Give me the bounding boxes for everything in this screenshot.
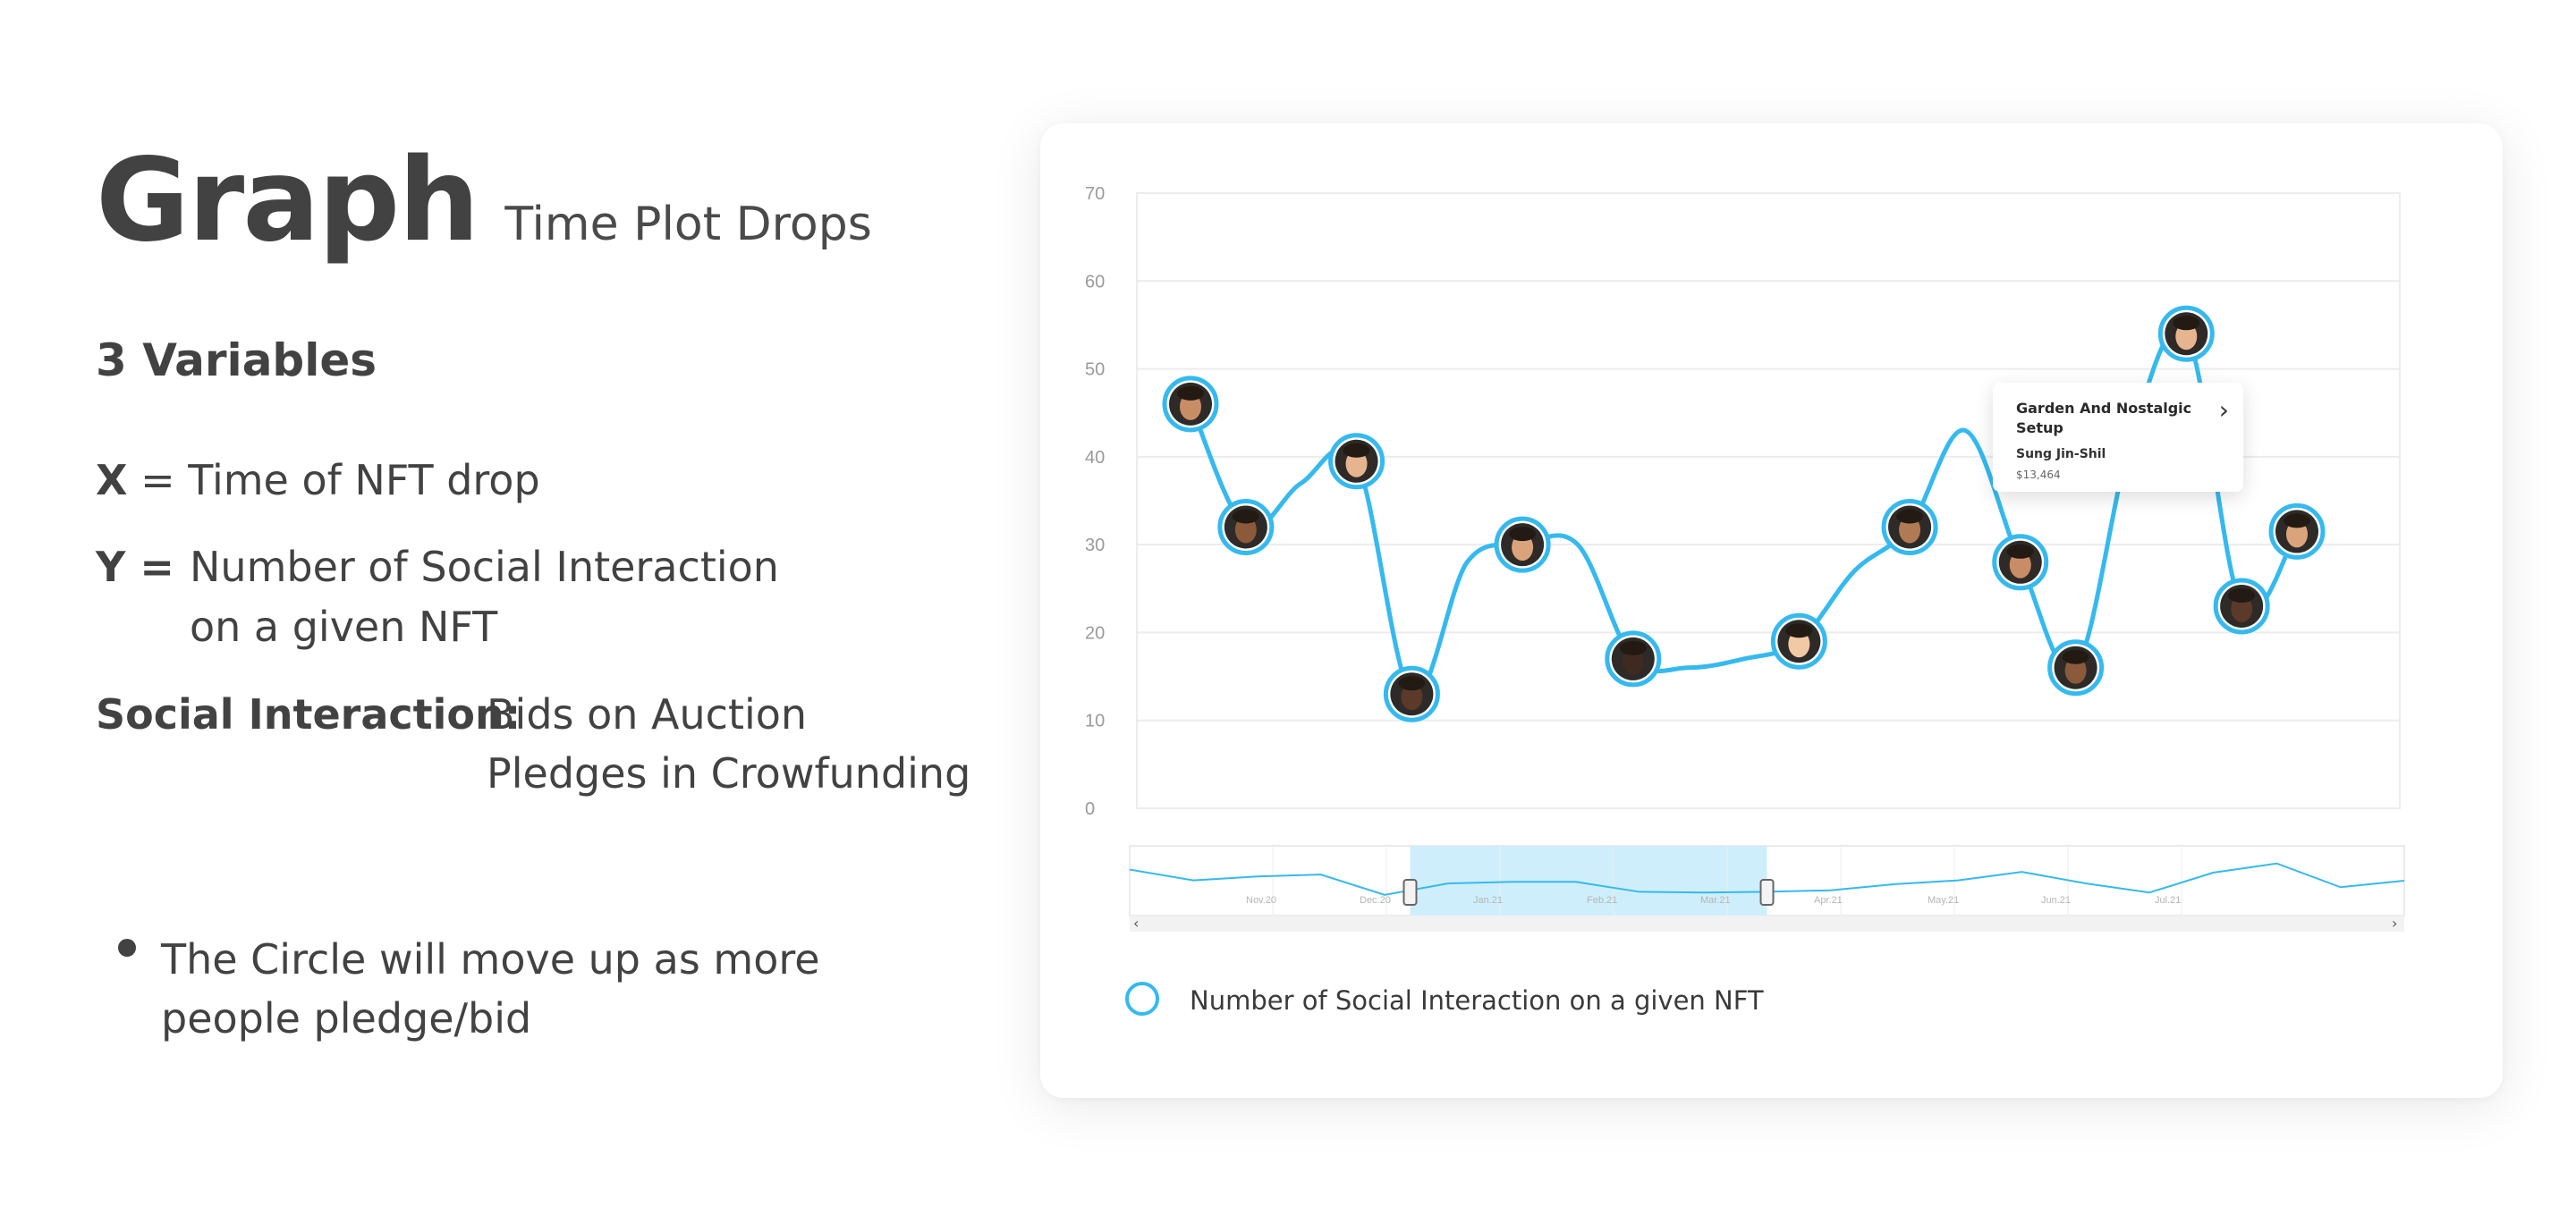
- avatar-hair: [1509, 527, 1537, 542]
- navigator-label: Apr.21: [1814, 895, 1843, 906]
- avatar-marker[interactable]: [1770, 612, 1827, 670]
- avatar-marker[interactable]: [1494, 516, 1551, 573]
- navigator-label: Jul.21: [2155, 895, 2181, 906]
- page-header: Graph Time Plot Drops: [96, 134, 872, 267]
- tooltip-title: Garden And Nostalgic Setup: [2016, 400, 2192, 436]
- social-key: Social Interaction:: [96, 690, 521, 739]
- nft-tooltip[interactable]: Garden And Nostalgic Setup › Sung Jin-Sh…: [1993, 383, 2243, 492]
- avatar-hair: [1398, 676, 1426, 691]
- avatar-hair: [1177, 385, 1204, 401]
- avatar-marker[interactable]: [1162, 376, 1219, 433]
- social-description-line1: Bids on Auction: [487, 690, 808, 739]
- navigator-label: Nov.20: [1246, 895, 1276, 906]
- x-definition: X = Time of NFT drop: [96, 456, 540, 504]
- navigator-label: Dec.20: [1360, 895, 1391, 906]
- avatar-hair: [1232, 509, 1259, 524]
- y-key: Y =: [96, 543, 174, 591]
- y-tick-label: 10: [1085, 712, 1105, 731]
- avatar-hair: [2006, 544, 2034, 559]
- x-description: = Time of NFT drop: [140, 456, 540, 504]
- social-description-line2: Pledges in Crowfunding: [487, 749, 971, 798]
- y-tick-label: 40: [1085, 448, 1105, 468]
- legend-marker-icon: [1125, 982, 1159, 1016]
- avatar-marker[interactable]: [1605, 630, 1662, 688]
- legend-label: Number of Social Interaction on a given …: [1190, 985, 1764, 1016]
- avatar-hair: [2173, 316, 2200, 331]
- y-tick-label: 50: [1085, 360, 1105, 380]
- note-line2: people pledge/bid: [161, 994, 532, 1043]
- note-line1: The Circle will move up as more: [161, 935, 820, 984]
- avatar-hair: [1343, 443, 1370, 458]
- bullet-dot: [118, 939, 136, 957]
- page-subtitle: Time Plot Drops: [504, 198, 872, 251]
- scroll-left-icon[interactable]: ‹: [1133, 915, 1139, 932]
- x-key: X: [96, 456, 128, 504]
- navigator-label: Mar.21: [1700, 895, 1731, 906]
- description-panel: Graph Time Plot Drops 3 Variables X = Tim…: [0, 0, 993, 1216]
- avatar-marker[interactable]: [2157, 305, 2215, 362]
- avatar-hair: [1785, 623, 1813, 638]
- avatar-marker[interactable]: [2047, 639, 2105, 697]
- y-description-line1: Number of Social Interaction: [190, 543, 779, 591]
- y-tick-label: 70: [1085, 184, 1105, 204]
- chevron-right-icon[interactable]: ›: [2219, 395, 2229, 425]
- scroll-right-icon[interactable]: ›: [2392, 915, 2397, 932]
- navigator-label: Feb.21: [1587, 895, 1617, 906]
- navigator-handle[interactable]: [1402, 879, 1418, 906]
- navigator-handle[interactable]: [1759, 879, 1775, 906]
- avatar-marker[interactable]: [1881, 498, 1938, 555]
- avatar-hair: [1896, 509, 1924, 524]
- navigator-label: Jun.21: [2041, 895, 2071, 906]
- y-description-line2: on a given NFT: [190, 603, 498, 651]
- avatar-hair: [2284, 513, 2310, 528]
- avatar-marker[interactable]: [1328, 433, 1385, 490]
- time-plot-chart: 0 10 20 30 40 50 60 70 Nov.20 Dec.20 Jan.21 Feb.21…: [1085, 184, 2405, 932]
- chart-card: 0 10 20 30 40 50 60 70 Nov.20 Dec.20 Jan.21 Feb.21…: [1040, 123, 2503, 1098]
- page-title: Graph: [96, 134, 479, 267]
- avatar-marker[interactable]: [1383, 665, 1440, 722]
- avatar-hair: [2228, 587, 2256, 603]
- variables-heading: 3 Variables: [96, 334, 377, 386]
- avatar-marker[interactable]: [2213, 578, 2270, 635]
- y-tick-label: 0: [1085, 799, 1095, 819]
- tooltip-artist: Sung Jin-Shil: [2016, 447, 2106, 461]
- y-tick-label: 20: [1085, 623, 1105, 643]
- avatar-marker[interactable]: [1992, 534, 2049, 591]
- navigator-label: Jan.21: [1473, 895, 1503, 906]
- avatar-marker[interactable]: [2268, 502, 2326, 560]
- navigator-scrollbar: [1130, 916, 2404, 932]
- plot-frame: [1136, 192, 2401, 809]
- avatar-marker[interactable]: [1217, 498, 1275, 555]
- navigator-label: May.21: [1928, 895, 1959, 906]
- tooltip-price: $13,464: [2016, 469, 2061, 481]
- y-tick-label: 60: [1085, 272, 1105, 291]
- y-tick-label: 30: [1085, 536, 1105, 555]
- avatar-hair: [1619, 640, 1647, 655]
- avatar-hair: [2062, 649, 2089, 664]
